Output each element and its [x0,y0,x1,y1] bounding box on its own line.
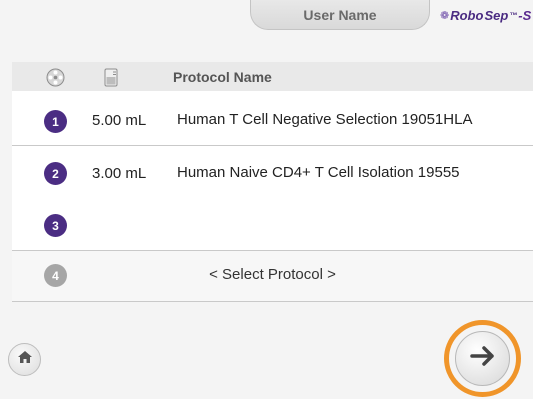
quadrant-number-1: 1 [44,110,67,133]
protocol-row-1[interactable]: 1 5.00 mL Human T Cell Negative Selectio… [12,91,533,146]
protocol-name-1: Human T Cell Negative Selection 19051HLA [177,111,473,128]
carousel-icon [46,68,65,92]
brand-suffix: -S [518,8,532,23]
brand-mid: Sep [484,8,509,23]
quadrant-number-2: 2 [44,162,67,185]
quadrant-number-3: 3 [44,214,67,237]
protocol-row-3[interactable]: 3 [12,202,533,251]
brand-prefix: Robo [450,8,484,23]
protocol-row-4[interactable]: 4 < Select Protocol > [12,251,533,302]
brand-tm: ™ [509,11,518,20]
volume-2: 3.00 mL [92,165,147,182]
home-icon [17,350,33,369]
tube-icon [104,68,118,92]
select-protocol-link[interactable]: < Select Protocol > [12,266,533,283]
home-button[interactable] [8,343,41,376]
top-bar: User Name ❁ Robo Sep ™ -S [0,0,533,62]
brand-logo: ❁ Robo Sep ™ -S [440,8,531,23]
next-button[interactable] [455,331,510,386]
user-name-tab[interactable]: User Name [250,0,430,30]
protocol-table-header: Protocol Name [12,62,533,91]
protocol-row-2[interactable]: 2 3.00 mL Human Naive CD4+ T Cell Isolat… [12,146,533,202]
arrow-right-icon [469,345,496,372]
protocol-name-2: Human Naive CD4+ T Cell Isolation 19555 [177,164,460,181]
user-name-label: User Name [303,6,377,23]
logo-flower-icon: ❁ [440,10,450,22]
protocol-name-header: Protocol Name [173,69,272,85]
volume-1: 5.00 mL [92,112,147,129]
